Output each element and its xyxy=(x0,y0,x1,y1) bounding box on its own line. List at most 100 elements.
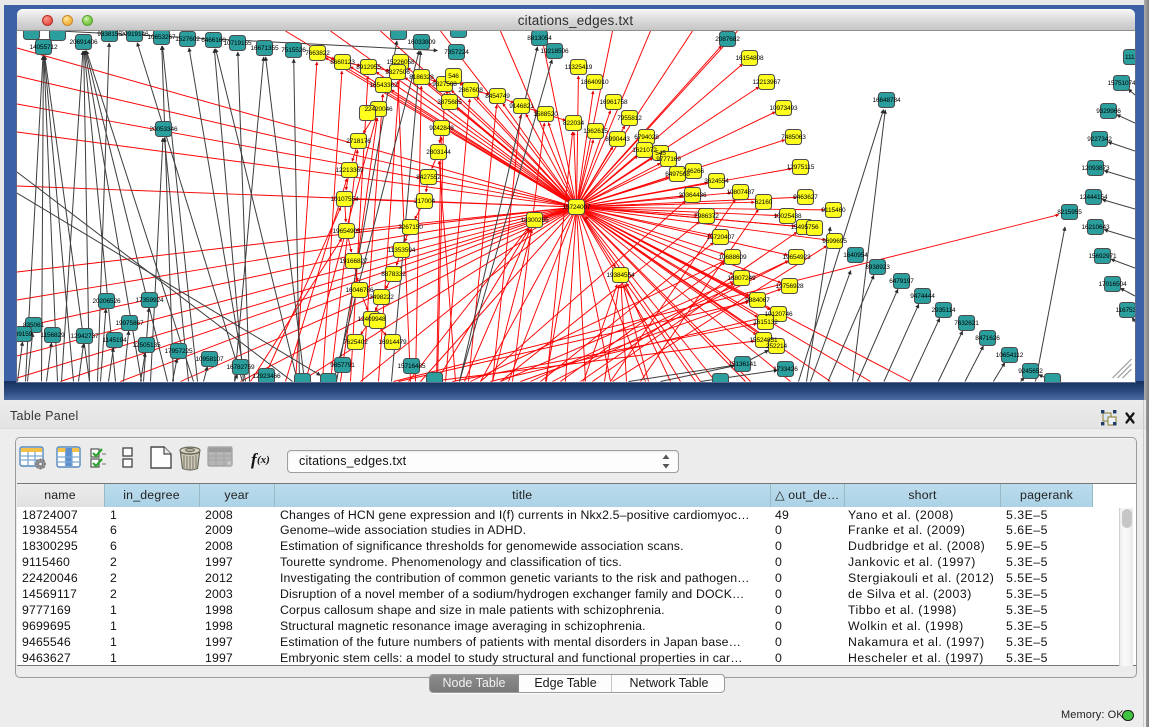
svg-text:6479197: 6479197 xyxy=(889,278,914,285)
svg-text:3498222: 3498222 xyxy=(369,294,394,301)
svg-text:9245652: 9245652 xyxy=(1018,368,1043,375)
svg-text:9115460: 9115460 xyxy=(821,207,845,214)
svg-text:9327508: 9327508 xyxy=(432,81,457,88)
svg-text:11353594: 11353594 xyxy=(387,247,415,254)
svg-text:17957225: 17957225 xyxy=(164,348,192,355)
svg-text:1527602: 1527602 xyxy=(175,36,200,43)
svg-text:8454749: 8454749 xyxy=(485,93,510,100)
svg-text:16782759: 16782759 xyxy=(226,364,254,371)
svg-text:10807487: 10807487 xyxy=(726,189,754,196)
svg-text:19756928: 19756928 xyxy=(775,283,803,290)
svg-text:16671355: 16671355 xyxy=(250,45,278,52)
svg-text:10958107: 10958107 xyxy=(195,356,223,363)
svg-text:12942737: 12942737 xyxy=(70,333,98,340)
svg-text:16961758: 16961758 xyxy=(599,99,627,106)
svg-text:9777169: 9777169 xyxy=(656,156,681,163)
svg-text:1145194: 1145194 xyxy=(102,337,126,344)
svg-text:252214: 252214 xyxy=(766,343,787,350)
svg-text:9884067: 9884067 xyxy=(745,297,770,304)
svg-text:20919146: 20919146 xyxy=(120,31,148,38)
svg-text:8878332: 8878332 xyxy=(381,271,406,278)
svg-text:9857791: 9857791 xyxy=(330,362,355,369)
svg-text:12923466: 12923466 xyxy=(252,373,280,380)
svg-text:546: 546 xyxy=(448,73,459,80)
svg-text:7485063: 7485063 xyxy=(781,134,806,141)
svg-text:20364436: 20364436 xyxy=(678,192,706,199)
svg-text:1733426: 1733426 xyxy=(773,366,798,373)
svg-text:2935114: 2935114 xyxy=(931,307,955,314)
svg-text:(x): (x) xyxy=(257,454,270,466)
svg-text:822034: 822034 xyxy=(563,120,584,127)
svg-text:19654903: 19654903 xyxy=(332,228,360,235)
svg-text:8990443: 8990443 xyxy=(605,136,630,143)
svg-text:10654112: 10654112 xyxy=(995,352,1023,359)
svg-text:2867608: 2867608 xyxy=(458,87,483,94)
svg-text:39159: 39159 xyxy=(17,331,33,338)
svg-text:62160: 62160 xyxy=(754,199,772,206)
svg-text:12975115: 12975115 xyxy=(786,164,814,171)
svg-text:6466160: 6466160 xyxy=(201,37,226,44)
svg-text:18300295: 18300295 xyxy=(520,217,548,224)
svg-text:1621072: 1621072 xyxy=(632,147,657,154)
svg-text:9146821: 9146821 xyxy=(509,103,534,110)
svg-text:3624554: 3624554 xyxy=(704,178,729,185)
svg-text:12213967: 12213967 xyxy=(752,79,780,86)
svg-text:8660123: 8660123 xyxy=(330,59,355,66)
svg-text:1362615: 1362615 xyxy=(583,128,608,135)
svg-text:746266: 746266 xyxy=(683,168,704,175)
svg-text:14055712: 14055712 xyxy=(29,44,57,51)
svg-text:9327506: 9327506 xyxy=(385,69,410,76)
svg-text:19384554: 19384554 xyxy=(606,272,634,279)
svg-text:16033809: 16033809 xyxy=(407,39,435,46)
svg-text:9699695: 9699695 xyxy=(822,238,847,245)
svg-text:11325419: 11325419 xyxy=(564,64,592,71)
svg-text:16648784: 16648784 xyxy=(872,97,900,104)
svg-text:9474444: 9474444 xyxy=(910,293,935,300)
svg-text:16543362: 16543362 xyxy=(369,82,397,89)
svg-text:19218506: 19218506 xyxy=(540,48,568,55)
svg-text:7625402: 7625402 xyxy=(343,339,368,346)
svg-text:22420046: 22420046 xyxy=(364,106,392,113)
svg-text:19975867: 19975867 xyxy=(115,320,143,327)
svg-text:17359924: 17359924 xyxy=(135,297,163,304)
svg-text:15692971: 15692971 xyxy=(1088,253,1116,260)
svg-text:17016504: 17016504 xyxy=(1098,281,1126,288)
svg-text:10107554: 10107554 xyxy=(330,196,358,203)
svg-text:9242848: 9242848 xyxy=(429,125,454,132)
svg-text:16154808: 16154808 xyxy=(735,55,763,62)
svg-text:12444154: 12444154 xyxy=(1079,194,1107,201)
svg-text:9227342: 9227342 xyxy=(1087,136,1112,143)
svg-text:16210643: 16210643 xyxy=(1081,224,1109,231)
svg-text:8912955: 8912955 xyxy=(356,64,381,71)
svg-text:7357224: 7357224 xyxy=(444,49,469,56)
svg-text:7955812: 7955812 xyxy=(617,115,642,122)
svg-text:8215955: 8215955 xyxy=(1057,209,1082,216)
svg-text:16914479: 16914479 xyxy=(378,339,406,346)
svg-text:217004: 217004 xyxy=(414,198,435,205)
svg-text:10719155: 10719155 xyxy=(223,40,251,47)
svg-text:16046786: 16046786 xyxy=(345,287,373,294)
svg-text:19654923: 19654923 xyxy=(782,254,810,261)
svg-text:10688609: 10688609 xyxy=(718,254,746,261)
svg-text:19166827: 19166827 xyxy=(339,258,367,265)
svg-text:20206526: 20206526 xyxy=(92,298,120,305)
svg-text:15720407: 15720407 xyxy=(706,234,734,241)
svg-text:7632621: 7632621 xyxy=(954,320,979,327)
svg-text:20053346: 20053346 xyxy=(149,126,177,133)
svg-text:18640910: 18640910 xyxy=(580,79,608,86)
svg-text:545: 545 xyxy=(655,150,666,157)
svg-text:9338155: 9338155 xyxy=(97,31,122,38)
svg-text:2718176: 2718176 xyxy=(346,138,371,145)
svg-text:9329966: 9329966 xyxy=(1096,108,1121,115)
svg-text:10973493: 10973493 xyxy=(769,105,797,112)
svg-text:8813054: 8813054 xyxy=(527,35,552,42)
svg-text:2803144: 2803144 xyxy=(426,149,451,156)
svg-text:10120746: 10120746 xyxy=(764,311,792,318)
svg-text:6794028: 6794028 xyxy=(634,134,659,141)
svg-text:15226058: 15226058 xyxy=(386,59,414,66)
svg-text:7986372: 7986372 xyxy=(694,213,719,220)
svg-text:8427552: 8427552 xyxy=(416,174,441,181)
svg-text:1588520: 1588520 xyxy=(533,111,558,118)
svg-text:1112: 1112 xyxy=(1124,54,1134,61)
svg-text:15751074: 15751074 xyxy=(1107,80,1134,87)
